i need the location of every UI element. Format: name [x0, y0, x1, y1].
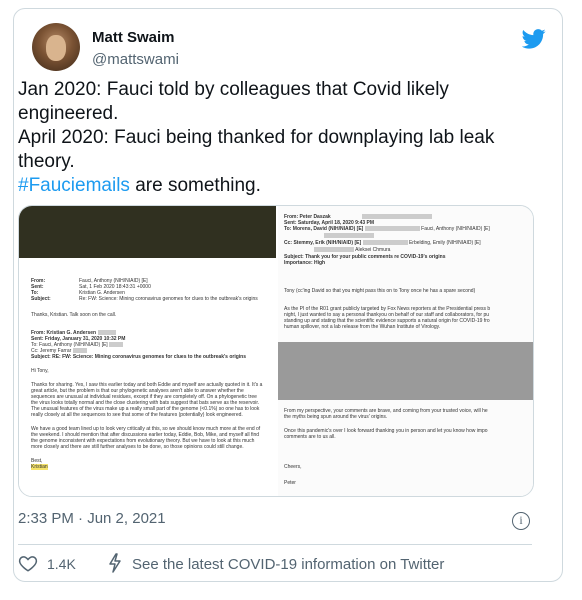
- doc-text: Importance: High: [284, 260, 326, 266]
- avatar[interactable]: [32, 23, 80, 71]
- doc-text: human spillover, not a lab release from …: [284, 324, 441, 330]
- tweet-text: Jan 2020: Fauci told by colleagues that …: [18, 78, 533, 198]
- doc-text: Thanks, Kristian. Talk soon on the call.: [31, 312, 117, 318]
- hashtag-link[interactable]: #Fauciemails: [18, 175, 130, 196]
- tweet-line-3: are something.: [129, 175, 261, 196]
- divider: [18, 544, 532, 545]
- doc-text: Aleksei Chmura: [355, 247, 391, 253]
- redaction-block: [278, 342, 533, 400]
- covid-info-link[interactable]: See the latest COVID-19 information on T…: [132, 556, 444, 573]
- tweet-line-1: Jan 2020: Fauci told by colleagues that …: [18, 79, 449, 124]
- like-count[interactable]: 1.4K: [47, 556, 76, 572]
- media-attachment[interactable]: From: Fauci, Anthony (NIH/NIAID) [E] Sen…: [18, 205, 534, 497]
- doc-text: Cheers,: [284, 464, 302, 470]
- doc-text: Fauci, Anthony (NIH/NIAID) [E]: [421, 226, 490, 232]
- email-image-left[interactable]: From: Fauci, Anthony (NIH/NIAID) [E] Sen…: [19, 206, 276, 496]
- email-image-right[interactable]: From: Peter Daszak Sent: Saturday, April…: [278, 206, 533, 496]
- doc-label: Subject:: [31, 296, 51, 302]
- tweet-timestamp[interactable]: 2:33 PM · Jun 2, 2021: [18, 510, 166, 527]
- doc-text: more closely and there are still further…: [31, 444, 244, 450]
- tweet-line-2: April 2020: Fauci being thanked for down…: [18, 127, 495, 172]
- user-handle[interactable]: @mattswami: [92, 51, 179, 68]
- doc-text: Subject: RE: FW: Science: Mining coronav…: [31, 354, 247, 360]
- doc-text: Tony (cc'ing David so that you might pas…: [284, 288, 476, 294]
- doc-text: Cc: Stemmy, Erik (NIH/NIAID) [E]: [284, 240, 362, 246]
- doc-text: really closely at all the sequences to s…: [31, 412, 243, 418]
- doc-text: Peter: [284, 480, 296, 486]
- user-name[interactable]: Matt Swaim: [92, 29, 175, 46]
- doc-text: Re: FW: Science: Mining coronavirus geno…: [79, 296, 258, 302]
- doc-text: comments are to us all.: [284, 434, 336, 440]
- lightning-icon: [109, 553, 121, 573]
- doc-text: To: Morens, David (NIH/NIAID) [E]: [284, 226, 364, 232]
- doc-text: Hi Tony,: [31, 368, 49, 374]
- doc-text: the myths being spun around the virus' o…: [284, 414, 388, 420]
- doc-text: Erbelding, Emily (NIH/NIAID) [E]: [408, 240, 481, 246]
- info-icon[interactable]: i: [512, 512, 530, 530]
- heart-icon[interactable]: [18, 554, 38, 572]
- doc-text: Kristian: [31, 464, 48, 470]
- twitter-bird-icon[interactable]: [522, 29, 546, 49]
- redaction-banner: [19, 206, 276, 258]
